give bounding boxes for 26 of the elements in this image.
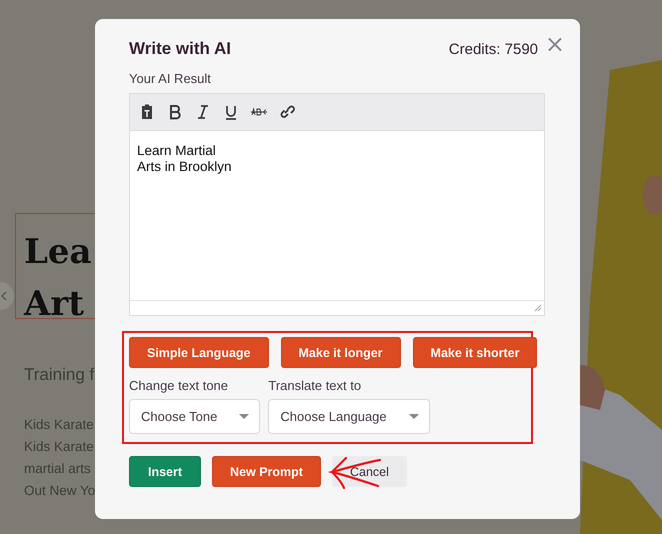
body-text: Kids Karate: [24, 416, 95, 434]
body-text: martial arts: [24, 460, 92, 478]
body-text: Out New Yo: [24, 482, 95, 500]
link-icon[interactable]: [278, 103, 296, 121]
action-button[interactable]: Make it longer: [280, 337, 401, 368]
resize-handle-icon[interactable]: [534, 304, 542, 312]
dialog-title: Write with AI: [129, 39, 231, 59]
credits-count: Credits: 7590: [448, 41, 538, 58]
subtitle: Training f: [24, 365, 94, 385]
text-editor[interactable]: Learn Martial Arts in Brooklyn: [129, 93, 545, 316]
select-dropdown[interactable]: Choose Language: [268, 399, 430, 434]
select-label: Change text tone: [129, 378, 230, 393]
close-button[interactable]: ×: [544, 33, 565, 55]
dialog-button[interactable]: Insert: [129, 456, 202, 487]
action-button[interactable]: Simple Language: [129, 337, 268, 368]
dropdown-caret-icon: [408, 414, 419, 419]
field-label: Your AI Result: [129, 71, 212, 86]
dropdown-caret-icon: [239, 414, 250, 419]
headline: Lea: [24, 231, 92, 274]
select-label: Translate text to: [268, 378, 362, 393]
headline: Art: [24, 283, 85, 326]
select-dropdown[interactable]: Choose Tone: [129, 399, 260, 434]
body-text: Kids Karate: [24, 438, 95, 456]
editor-text[interactable]: Learn Martial Arts in Brooklyn: [130, 131, 544, 300]
action-button[interactable]: Make it shorter: [412, 337, 538, 368]
dialog-button[interactable]: New Prompt: [212, 456, 321, 487]
